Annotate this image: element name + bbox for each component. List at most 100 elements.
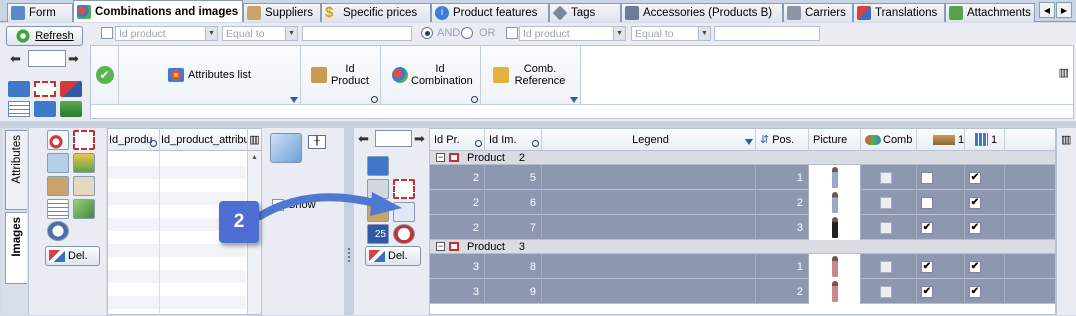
id-image-cell[interactable]: 5 [485, 165, 542, 190]
shop-checkbox[interactable]: ✔ [921, 260, 933, 273]
combination-checkbox[interactable] [880, 285, 892, 298]
chart-icon[interactable] [60, 101, 82, 117]
tab-translations[interactable]: Translations [853, 3, 945, 22]
filter1-checkbox[interactable] [101, 27, 113, 39]
shop-checkbox[interactable]: ✔ [921, 221, 933, 234]
image-row[interactable]: 3 8 1 ✔ ✔ [430, 254, 1055, 279]
store-checkbox[interactable]: ✔ [969, 260, 981, 273]
picture-cell[interactable] [809, 215, 861, 240]
tab-product-features[interactable]: i Product features [431, 3, 549, 22]
filter2-operator-select[interactable]: Equal to ▼ [631, 26, 711, 41]
collapse-icon[interactable]: − [436, 153, 445, 162]
attach-image-icon[interactable] [270, 133, 302, 163]
picture-cell[interactable] [809, 279, 861, 304]
image-row[interactable]: 2 6 2 ✔ [430, 190, 1055, 215]
picture-cell[interactable] [809, 165, 861, 190]
id-product-column-header[interactable]: Id Product [301, 46, 381, 104]
position-cell[interactable]: 1 [756, 165, 809, 190]
combination-checkbox[interactable] [880, 221, 892, 234]
next-page-arrow-icon[interactable]: ➡ [68, 51, 79, 67]
store-checkbox[interactable]: ✔ [969, 221, 981, 234]
legend-cell[interactable] [542, 165, 756, 190]
picture-cell[interactable] [809, 254, 861, 279]
filter-icon[interactable] [290, 97, 298, 103]
legend-cell[interactable] [542, 279, 756, 304]
attributes-list-column-header[interactable]: Attributes list [119, 46, 301, 104]
tab-scroll-left-button[interactable]: ◀ [1039, 2, 1055, 18]
image-row[interactable]: 3 9 2 ✔ ✔ [430, 279, 1055, 304]
picture-cell[interactable] [809, 190, 861, 215]
chart-icon[interactable] [73, 199, 95, 219]
id-product-cell[interactable]: 3 [430, 279, 485, 304]
id-product-cell[interactable]: 3 [430, 254, 485, 279]
cut-icon[interactable] [47, 153, 69, 173]
tab-form[interactable]: Form [7, 3, 73, 22]
clear-icon[interactable] [73, 176, 95, 196]
upload-image-icon[interactable] [367, 156, 389, 176]
shop-checkbox[interactable] [921, 196, 933, 209]
select-column-header[interactable]: ✔ [91, 46, 119, 104]
filter-row[interactable] [91, 104, 1073, 118]
tab-combinations-and-images[interactable]: Combinations and images [73, 0, 243, 22]
group-row[interactable]: − Product 3 [430, 240, 1055, 254]
settings-icon[interactable]: ╫ [308, 135, 326, 149]
collapse-icon[interactable]: − [436, 242, 445, 251]
select-all-icon[interactable] [34, 81, 56, 97]
id-combination-column-header[interactable]: Id Combination [381, 46, 481, 104]
filter2-checkbox[interactable] [506, 27, 518, 39]
comb-reference-column-header[interactable]: Comb. Reference [481, 46, 581, 104]
column-chooser-icon[interactable]: ▥ [1061, 133, 1071, 146]
filter1-operator-select[interactable]: Equal to ▼ [222, 26, 298, 41]
shop-column-header[interactable]: 1 [917, 129, 965, 151]
delete-image-button[interactable]: Del. [365, 246, 421, 266]
tab-scroll-right-button[interactable]: ▶ [1056, 2, 1072, 18]
filter1-field-select[interactable]: Id product ▼ [115, 26, 218, 41]
magnet-icon[interactable] [47, 130, 69, 150]
column-chooser-icon[interactable]: ▥ [1059, 66, 1069, 79]
position-cell[interactable]: 2 [756, 279, 809, 304]
or-radio[interactable] [461, 27, 473, 39]
search-icon[interactable] [532, 140, 539, 147]
id-image-column-header[interactable]: Id Im. [485, 129, 542, 151]
filter2-field-select[interactable]: Id product ▼ [519, 26, 626, 41]
combination-checkbox[interactable] [880, 196, 892, 209]
page-number-input[interactable] [28, 50, 66, 67]
position-cell[interactable]: 2 [756, 190, 809, 215]
store-column-header[interactable]: 1 [965, 129, 1005, 151]
edit-attributes-icon[interactable] [60, 81, 82, 97]
search-icon[interactable] [371, 96, 378, 103]
tab-accessories[interactable]: Accessories (Products B) [621, 3, 783, 22]
legend-cell[interactable] [542, 215, 756, 240]
clock-icon[interactable] [47, 221, 69, 241]
horizontal-splitter[interactable] [0, 121, 1076, 128]
shop-checkbox[interactable] [921, 171, 933, 184]
shop-checkbox[interactable]: ✔ [921, 285, 933, 298]
image-row[interactable]: 2 5 1 ✔ [430, 165, 1055, 190]
tab-tags[interactable]: Tags [549, 3, 621, 22]
grid-view-icon[interactable] [8, 101, 30, 117]
refresh-button[interactable]: Refresh [6, 26, 83, 46]
id-image-cell[interactable]: 6 [485, 190, 542, 215]
combination-checkbox[interactable] [880, 260, 892, 273]
tab-specific-prices[interactable]: $ Specific prices [321, 3, 431, 22]
image-row[interactable]: 2 7 3 ✔ ✔ [430, 215, 1055, 240]
image-page-input[interactable] [375, 130, 412, 147]
user-icon[interactable] [47, 176, 69, 196]
id-image-cell[interactable]: 7 [485, 215, 542, 240]
combination-checkbox[interactable] [880, 171, 892, 184]
search-icon[interactable] [475, 140, 482, 147]
combination-column-header[interactable]: Comb [861, 129, 917, 151]
legend-column-header[interactable]: Legend [542, 129, 756, 151]
store-checkbox[interactable]: ✔ [969, 171, 981, 184]
paste-icon[interactable] [73, 153, 95, 173]
id-product-column-header[interactable]: Id Pr. [430, 129, 485, 151]
column-chooser-icon[interactable]: ▥ [248, 129, 261, 151]
id-product-cell[interactable]: 2 [430, 165, 485, 190]
next-page-arrow-icon[interactable]: ➡ [414, 131, 425, 147]
tab-suppliers[interactable]: Suppliers [243, 3, 321, 22]
combination-generator-icon[interactable] [8, 81, 30, 97]
id-image-cell[interactable]: 9 [485, 279, 542, 304]
legend-cell[interactable] [542, 254, 756, 279]
import-icon[interactable] [34, 101, 56, 117]
filter-icon[interactable] [570, 97, 578, 103]
